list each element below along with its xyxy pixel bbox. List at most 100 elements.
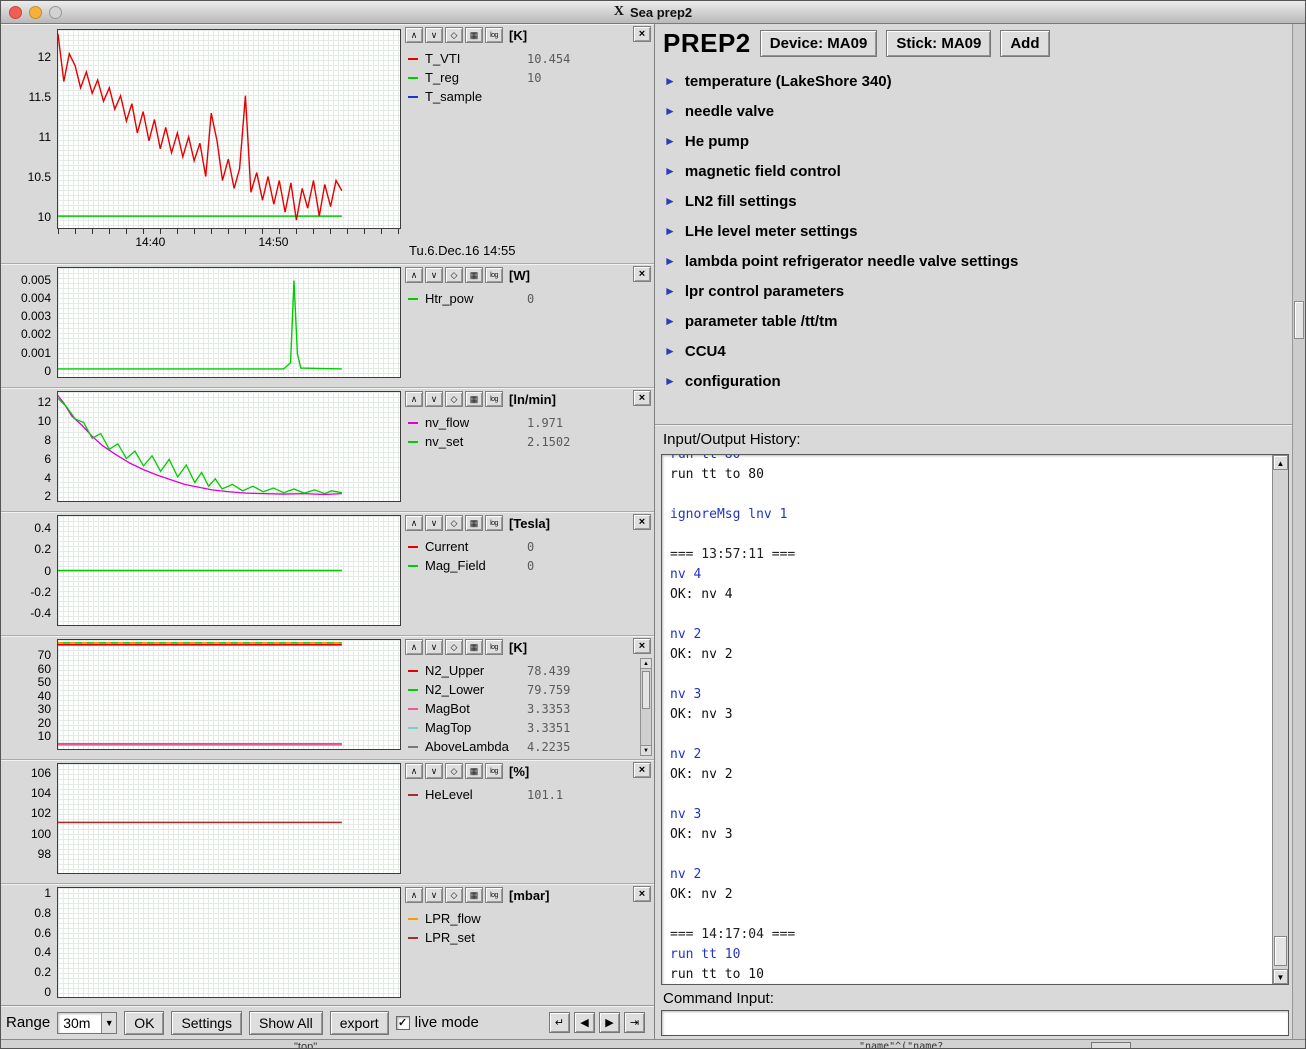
expand-arrow-icon[interactable]: ►: [664, 134, 676, 148]
expand-arrow-icon[interactable]: ►: [664, 314, 676, 328]
legend-item[interactable]: Current0: [405, 537, 652, 556]
tree-item[interactable]: ►lambda point refrigerator needle valve …: [664, 246, 1283, 276]
tree-item[interactable]: ►configuration: [664, 366, 1283, 396]
grid-button[interactable]: ▦: [465, 639, 483, 655]
pan-up-button[interactable]: ∧: [405, 515, 423, 531]
grid-button[interactable]: ▦: [465, 763, 483, 779]
step-forward-button[interactable]: ▶: [599, 1012, 620, 1033]
export-button[interactable]: export: [330, 1011, 389, 1035]
pan-down-button[interactable]: ∨: [425, 887, 443, 903]
plot-canvas[interactable]: 14:4014:50: [57, 29, 401, 229]
tree-item[interactable]: ►CCU4: [664, 336, 1283, 366]
expand-arrow-icon[interactable]: ►: [664, 344, 676, 358]
pan-up-button[interactable]: ∧: [405, 887, 423, 903]
tree-item[interactable]: ►parameter table /tt/tm: [664, 306, 1283, 336]
grid-button[interactable]: ▦: [465, 27, 483, 43]
command-input[interactable]: [661, 1010, 1289, 1036]
legend-scrollbar-thumb[interactable]: [642, 671, 650, 709]
legend-item[interactable]: T_sample: [405, 87, 652, 106]
close-plot-button[interactable]: ×: [633, 26, 651, 42]
legend-item[interactable]: nv_set2.1502: [405, 432, 652, 451]
zoom-button[interactable]: ◇: [445, 391, 463, 407]
pan-down-button[interactable]: ∨: [425, 639, 443, 655]
expand-arrow-icon[interactable]: ►: [664, 224, 676, 238]
console-scrollbar[interactable]: ▲ ▼: [1272, 455, 1288, 984]
pan-up-button[interactable]: ∧: [405, 639, 423, 655]
log-scale-button[interactable]: log: [485, 639, 503, 655]
show-all-button[interactable]: Show All: [249, 1011, 323, 1035]
plot-canvas[interactable]: [57, 763, 401, 874]
scroll-down-icon[interactable]: ▼: [1273, 969, 1288, 984]
close-window-button[interactable]: [9, 6, 22, 19]
log-scale-button[interactable]: log: [485, 27, 503, 43]
zoom-button[interactable]: ◇: [445, 267, 463, 283]
tree-item[interactable]: ►LHe level meter settings: [664, 216, 1283, 246]
pan-up-button[interactable]: ∧: [405, 391, 423, 407]
close-plot-button[interactable]: ×: [633, 638, 651, 654]
ok-button[interactable]: OK: [124, 1011, 164, 1035]
legend-item[interactable]: Htr_pow0: [405, 289, 652, 308]
step-back-button[interactable]: ◀: [574, 1012, 595, 1033]
jump-end-button[interactable]: ⇥: [624, 1012, 645, 1033]
io-history-console[interactable]: run tt 80run tt to 80 ignoreMsg lnv 1 ==…: [661, 454, 1289, 985]
pan-up-button[interactable]: ∧: [405, 267, 423, 283]
scroll-up-icon[interactable]: ▲: [1273, 455, 1288, 470]
scroll-down-icon[interactable]: ▼: [641, 745, 651, 755]
titlebar[interactable]: X Sea prep2: [1, 1, 1305, 24]
close-plot-button[interactable]: ×: [633, 886, 651, 902]
tree-item[interactable]: ►magnetic field control: [664, 156, 1283, 186]
pan-down-button[interactable]: ∨: [425, 267, 443, 283]
pan-down-button[interactable]: ∨: [425, 27, 443, 43]
live-mode-checkbox[interactable]: ✓: [396, 1016, 410, 1030]
panel-scrollbar[interactable]: [1292, 24, 1305, 1039]
legend-item[interactable]: T_reg10: [405, 68, 652, 87]
jump-latest-button[interactable]: ↵: [549, 1012, 570, 1033]
zoom-button[interactable]: ◇: [445, 639, 463, 655]
pan-down-button[interactable]: ∨: [425, 763, 443, 779]
legend-item[interactable]: HeLevel101.1: [405, 785, 652, 804]
expand-arrow-icon[interactable]: ►: [664, 164, 676, 178]
zoom-window-button[interactable]: [49, 6, 62, 19]
minimize-window-button[interactable]: [29, 6, 42, 19]
log-scale-button[interactable]: log: [485, 887, 503, 903]
expand-arrow-icon[interactable]: ►: [664, 194, 676, 208]
expand-arrow-icon[interactable]: ►: [664, 284, 676, 298]
legend-scrollbar[interactable]: ▲▼: [640, 658, 652, 756]
chevron-down-icon[interactable]: ▼: [101, 1013, 116, 1033]
grid-button[interactable]: ▦: [465, 391, 483, 407]
log-scale-button[interactable]: log: [485, 515, 503, 531]
expand-arrow-icon[interactable]: ►: [664, 374, 676, 388]
legend-item[interactable]: nv_flow1.971: [405, 413, 652, 432]
close-plot-button[interactable]: ×: [633, 514, 651, 530]
log-scale-button[interactable]: log: [485, 267, 503, 283]
plot-canvas[interactable]: [57, 887, 401, 998]
legend-item[interactable]: T_VTI10.454: [405, 49, 652, 68]
expand-arrow-icon[interactable]: ►: [664, 254, 676, 268]
tree-item[interactable]: ►LN2 fill settings: [664, 186, 1283, 216]
grid-button[interactable]: ▦: [465, 267, 483, 283]
range-dropdown[interactable]: 30m ▼: [57, 1012, 117, 1034]
legend-item[interactable]: LPR_set: [405, 928, 652, 947]
close-plot-button[interactable]: ×: [633, 762, 651, 778]
plot-canvas[interactable]: [57, 391, 401, 502]
legend-item[interactable]: MagTop3.3351: [405, 718, 652, 737]
legend-item[interactable]: N2_Upper78.439: [405, 661, 652, 680]
log-scale-button[interactable]: log: [485, 763, 503, 779]
tree-item[interactable]: ►temperature (LakeShore 340): [664, 66, 1283, 96]
legend-item[interactable]: MagBot3.3353: [405, 699, 652, 718]
pan-up-button[interactable]: ∧: [405, 763, 423, 779]
zoom-button[interactable]: ◇: [445, 763, 463, 779]
tree-item[interactable]: ►lpr control parameters: [664, 276, 1283, 306]
legend-item[interactable]: AboveLambda4.2235: [405, 737, 652, 756]
scroll-up-icon[interactable]: ▲: [641, 659, 651, 669]
plot-canvas[interactable]: [57, 515, 401, 626]
close-plot-button[interactable]: ×: [633, 390, 651, 406]
device-button[interactable]: Device: MA09: [760, 30, 878, 57]
close-plot-button[interactable]: ×: [633, 266, 651, 282]
legend-item[interactable]: Mag_Field0: [405, 556, 652, 575]
zoom-button[interactable]: ◇: [445, 887, 463, 903]
plot-canvas[interactable]: [57, 267, 401, 378]
pan-down-button[interactable]: ∨: [425, 391, 443, 407]
pan-down-button[interactable]: ∨: [425, 515, 443, 531]
grid-button[interactable]: ▦: [465, 887, 483, 903]
